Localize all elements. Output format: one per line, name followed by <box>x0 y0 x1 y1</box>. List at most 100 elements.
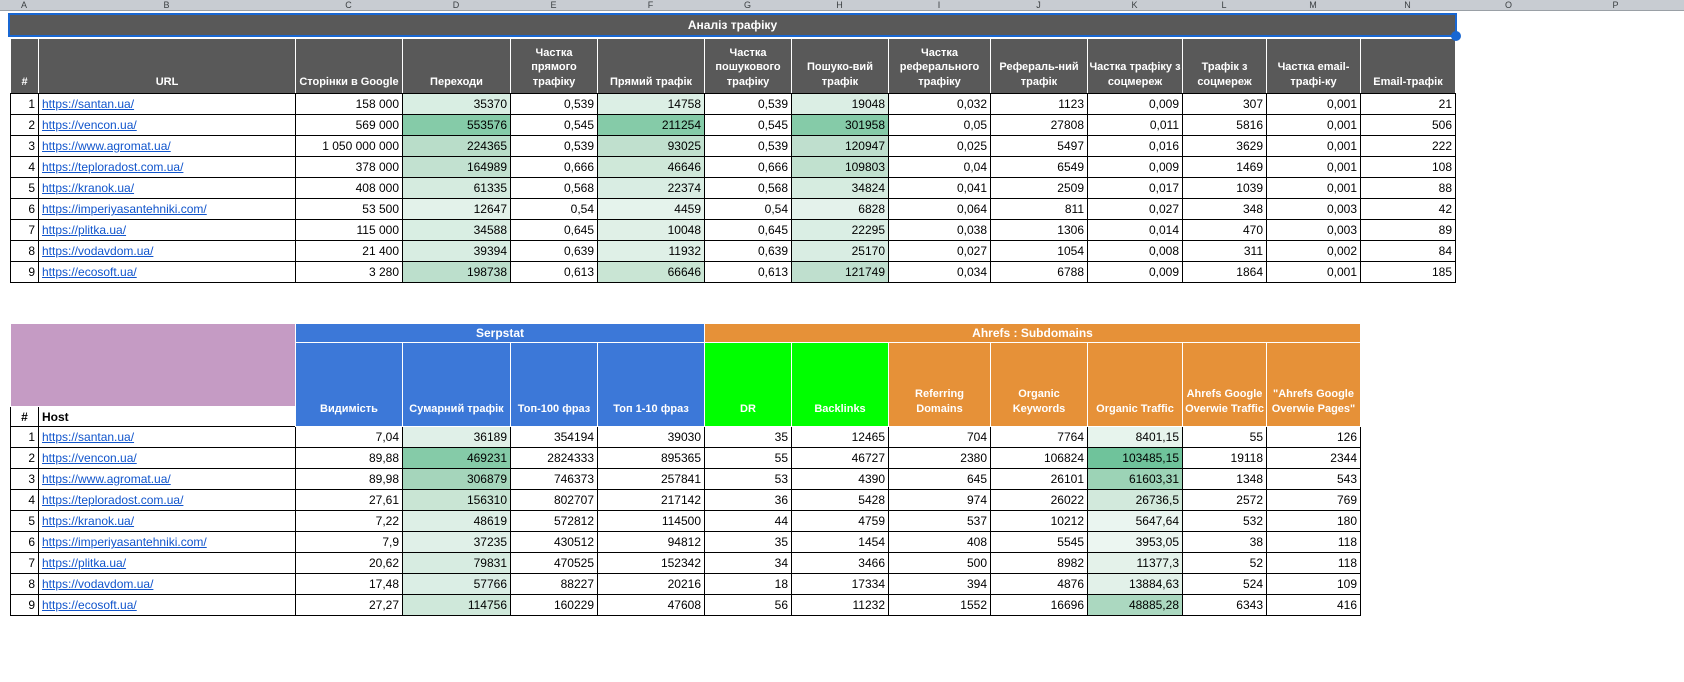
value-cell[interactable]: 26736,5 <box>1087 489 1183 511</box>
traffic-column-header[interactable]: Частка прямого трафіку <box>510 38 598 94</box>
tools-column-header[interactable]: DR <box>704 342 792 427</box>
value-cell[interactable]: 0,009 <box>1087 261 1183 283</box>
value-cell[interactable]: 115 000 <box>295 219 403 241</box>
value-cell[interactable]: 88 <box>1360 177 1456 199</box>
value-cell[interactable]: 0,666 <box>704 156 792 178</box>
value-cell[interactable]: 106824 <box>990 447 1088 469</box>
tools-column-header[interactable]: Сумарний трафік <box>402 342 511 427</box>
num-header-cell[interactable]: # <box>10 406 39 427</box>
url-cell[interactable]: https://plitka.ua/ <box>38 219 296 241</box>
value-cell[interactable]: 39394 <box>402 240 511 262</box>
tools-column-header[interactable]: Топ 1-10 фраз <box>597 342 705 427</box>
value-cell[interactable]: 537 <box>888 510 991 532</box>
traffic-column-header[interactable]: Частка email-трафі-ку <box>1266 38 1361 94</box>
value-cell[interactable]: 0,014 <box>1087 219 1183 241</box>
value-cell[interactable]: 0,041 <box>888 177 991 199</box>
tools-column-header[interactable]: Ahrefs Google Overwie Traffic <box>1182 342 1267 427</box>
traffic-column-header[interactable]: Частка пошукового трафіку <box>704 38 792 94</box>
value-cell[interactable]: 12465 <box>791 426 889 448</box>
value-cell[interactable]: 118 <box>1266 552 1361 574</box>
value-cell[interactable]: 746373 <box>510 468 598 490</box>
value-cell[interactable]: 8982 <box>990 552 1088 574</box>
value-cell[interactable]: 0,568 <box>510 177 598 199</box>
value-cell[interactable]: 3 280 <box>295 261 403 283</box>
value-cell[interactable]: 26022 <box>990 489 1088 511</box>
value-cell[interactable]: 974 <box>888 489 991 511</box>
url-cell[interactable]: https://kranok.ua/ <box>38 177 296 199</box>
tools-column-header[interactable]: Backlinks <box>791 342 889 427</box>
value-cell[interactable]: 109803 <box>791 156 889 178</box>
traffic-column-header[interactable]: # <box>10 38 39 94</box>
value-cell[interactable]: 35 <box>704 426 792 448</box>
url-link[interactable]: https://imperiyasantehniki.com/ <box>42 202 207 216</box>
value-cell[interactable]: 2824333 <box>510 447 598 469</box>
value-cell[interactable]: 811 <box>990 198 1088 220</box>
value-cell[interactable]: 52 <box>1182 552 1267 574</box>
value-cell[interactable]: 0,032 <box>888 93 991 115</box>
column-letter[interactable]: K <box>1087 0 1182 10</box>
value-cell[interactable]: 0,025 <box>888 135 991 157</box>
value-cell[interactable]: 118 <box>1266 531 1361 553</box>
row-number-cell[interactable]: 6 <box>10 198 39 220</box>
value-cell[interactable]: 61603,31 <box>1087 468 1183 490</box>
value-cell[interactable]: 3629 <box>1182 135 1267 157</box>
value-cell[interactable]: 120947 <box>791 135 889 157</box>
value-cell[interactable]: 769 <box>1266 489 1361 511</box>
value-cell[interactable]: 94812 <box>597 531 705 553</box>
value-cell[interactable]: 2344 <box>1266 447 1361 469</box>
value-cell[interactable]: 185 <box>1360 261 1456 283</box>
row-number-cell[interactable]: 2 <box>10 447 39 469</box>
column-letter[interactable]: J <box>990 0 1087 10</box>
row-number-cell[interactable]: 1 <box>10 426 39 448</box>
value-cell[interactable]: 0,011 <box>1087 114 1183 136</box>
value-cell[interactable]: 416 <box>1266 594 1361 616</box>
value-cell[interactable]: 198738 <box>402 261 511 283</box>
value-cell[interactable]: 0,613 <box>704 261 792 283</box>
title-bar-merged-cell[interactable]: Аналіз трафіку <box>8 13 1461 41</box>
host-cell[interactable]: https://ecosoft.ua/ <box>38 594 296 616</box>
tools-column-header[interactable]: Organic Keywords <box>990 342 1088 427</box>
value-cell[interactable]: 21 400 <box>295 240 403 262</box>
traffic-column-header[interactable]: URL <box>38 38 296 94</box>
value-cell[interactable]: 20216 <box>597 573 705 595</box>
host-cell[interactable]: https://kranok.ua/ <box>38 510 296 532</box>
value-cell[interactable]: 408 <box>888 531 991 553</box>
url-link[interactable]: https://plitka.ua/ <box>42 223 126 237</box>
value-cell[interactable]: 0,034 <box>888 261 991 283</box>
value-cell[interactable]: 12647 <box>402 198 511 220</box>
value-cell[interactable]: 8401,15 <box>1087 426 1183 448</box>
column-letter[interactable]: B <box>38 0 295 10</box>
host-cell[interactable]: https://vodavdom.ua/ <box>38 573 296 595</box>
value-cell[interactable]: 4759 <box>791 510 889 532</box>
value-cell[interactable]: 5545 <box>990 531 1088 553</box>
value-cell[interactable]: 6343 <box>1182 594 1267 616</box>
traffic-column-header[interactable]: Сторінки в Google <box>295 38 403 94</box>
value-cell[interactable]: 7,22 <box>295 510 403 532</box>
value-cell[interactable]: 13884,63 <box>1087 573 1183 595</box>
host-link[interactable]: https://santan.ua/ <box>42 430 134 444</box>
value-cell[interactable]: 895365 <box>597 447 705 469</box>
traffic-column-header[interactable]: Переходи <box>402 38 511 94</box>
value-cell[interactable]: 121749 <box>791 261 889 283</box>
value-cell[interactable]: 46646 <box>597 156 705 178</box>
column-letter[interactable]: A <box>10 0 38 10</box>
value-cell[interactable]: 6828 <box>791 198 889 220</box>
value-cell[interactable]: 21 <box>1360 93 1456 115</box>
value-cell[interactable]: 84 <box>1360 240 1456 262</box>
value-cell[interactable]: 0,001 <box>1266 135 1361 157</box>
value-cell[interactable]: 79831 <box>402 552 511 574</box>
value-cell[interactable]: 0,539 <box>510 135 598 157</box>
value-cell[interactable]: 180 <box>1266 510 1361 532</box>
value-cell[interactable]: 307 <box>1182 93 1267 115</box>
value-cell[interactable]: 25170 <box>791 240 889 262</box>
host-link[interactable]: https://ecosoft.ua/ <box>42 598 137 612</box>
value-cell[interactable]: 7764 <box>990 426 1088 448</box>
row-number-cell[interactable]: 5 <box>10 177 39 199</box>
value-cell[interactable]: 108 <box>1360 156 1456 178</box>
value-cell[interactable]: 57766 <box>402 573 511 595</box>
host-link[interactable]: https://plitka.ua/ <box>42 556 126 570</box>
value-cell[interactable]: 0,027 <box>888 240 991 262</box>
value-cell[interactable]: 39030 <box>597 426 705 448</box>
value-cell[interactable]: 257841 <box>597 468 705 490</box>
url-link[interactable]: https://www.agromat.ua/ <box>42 139 171 153</box>
